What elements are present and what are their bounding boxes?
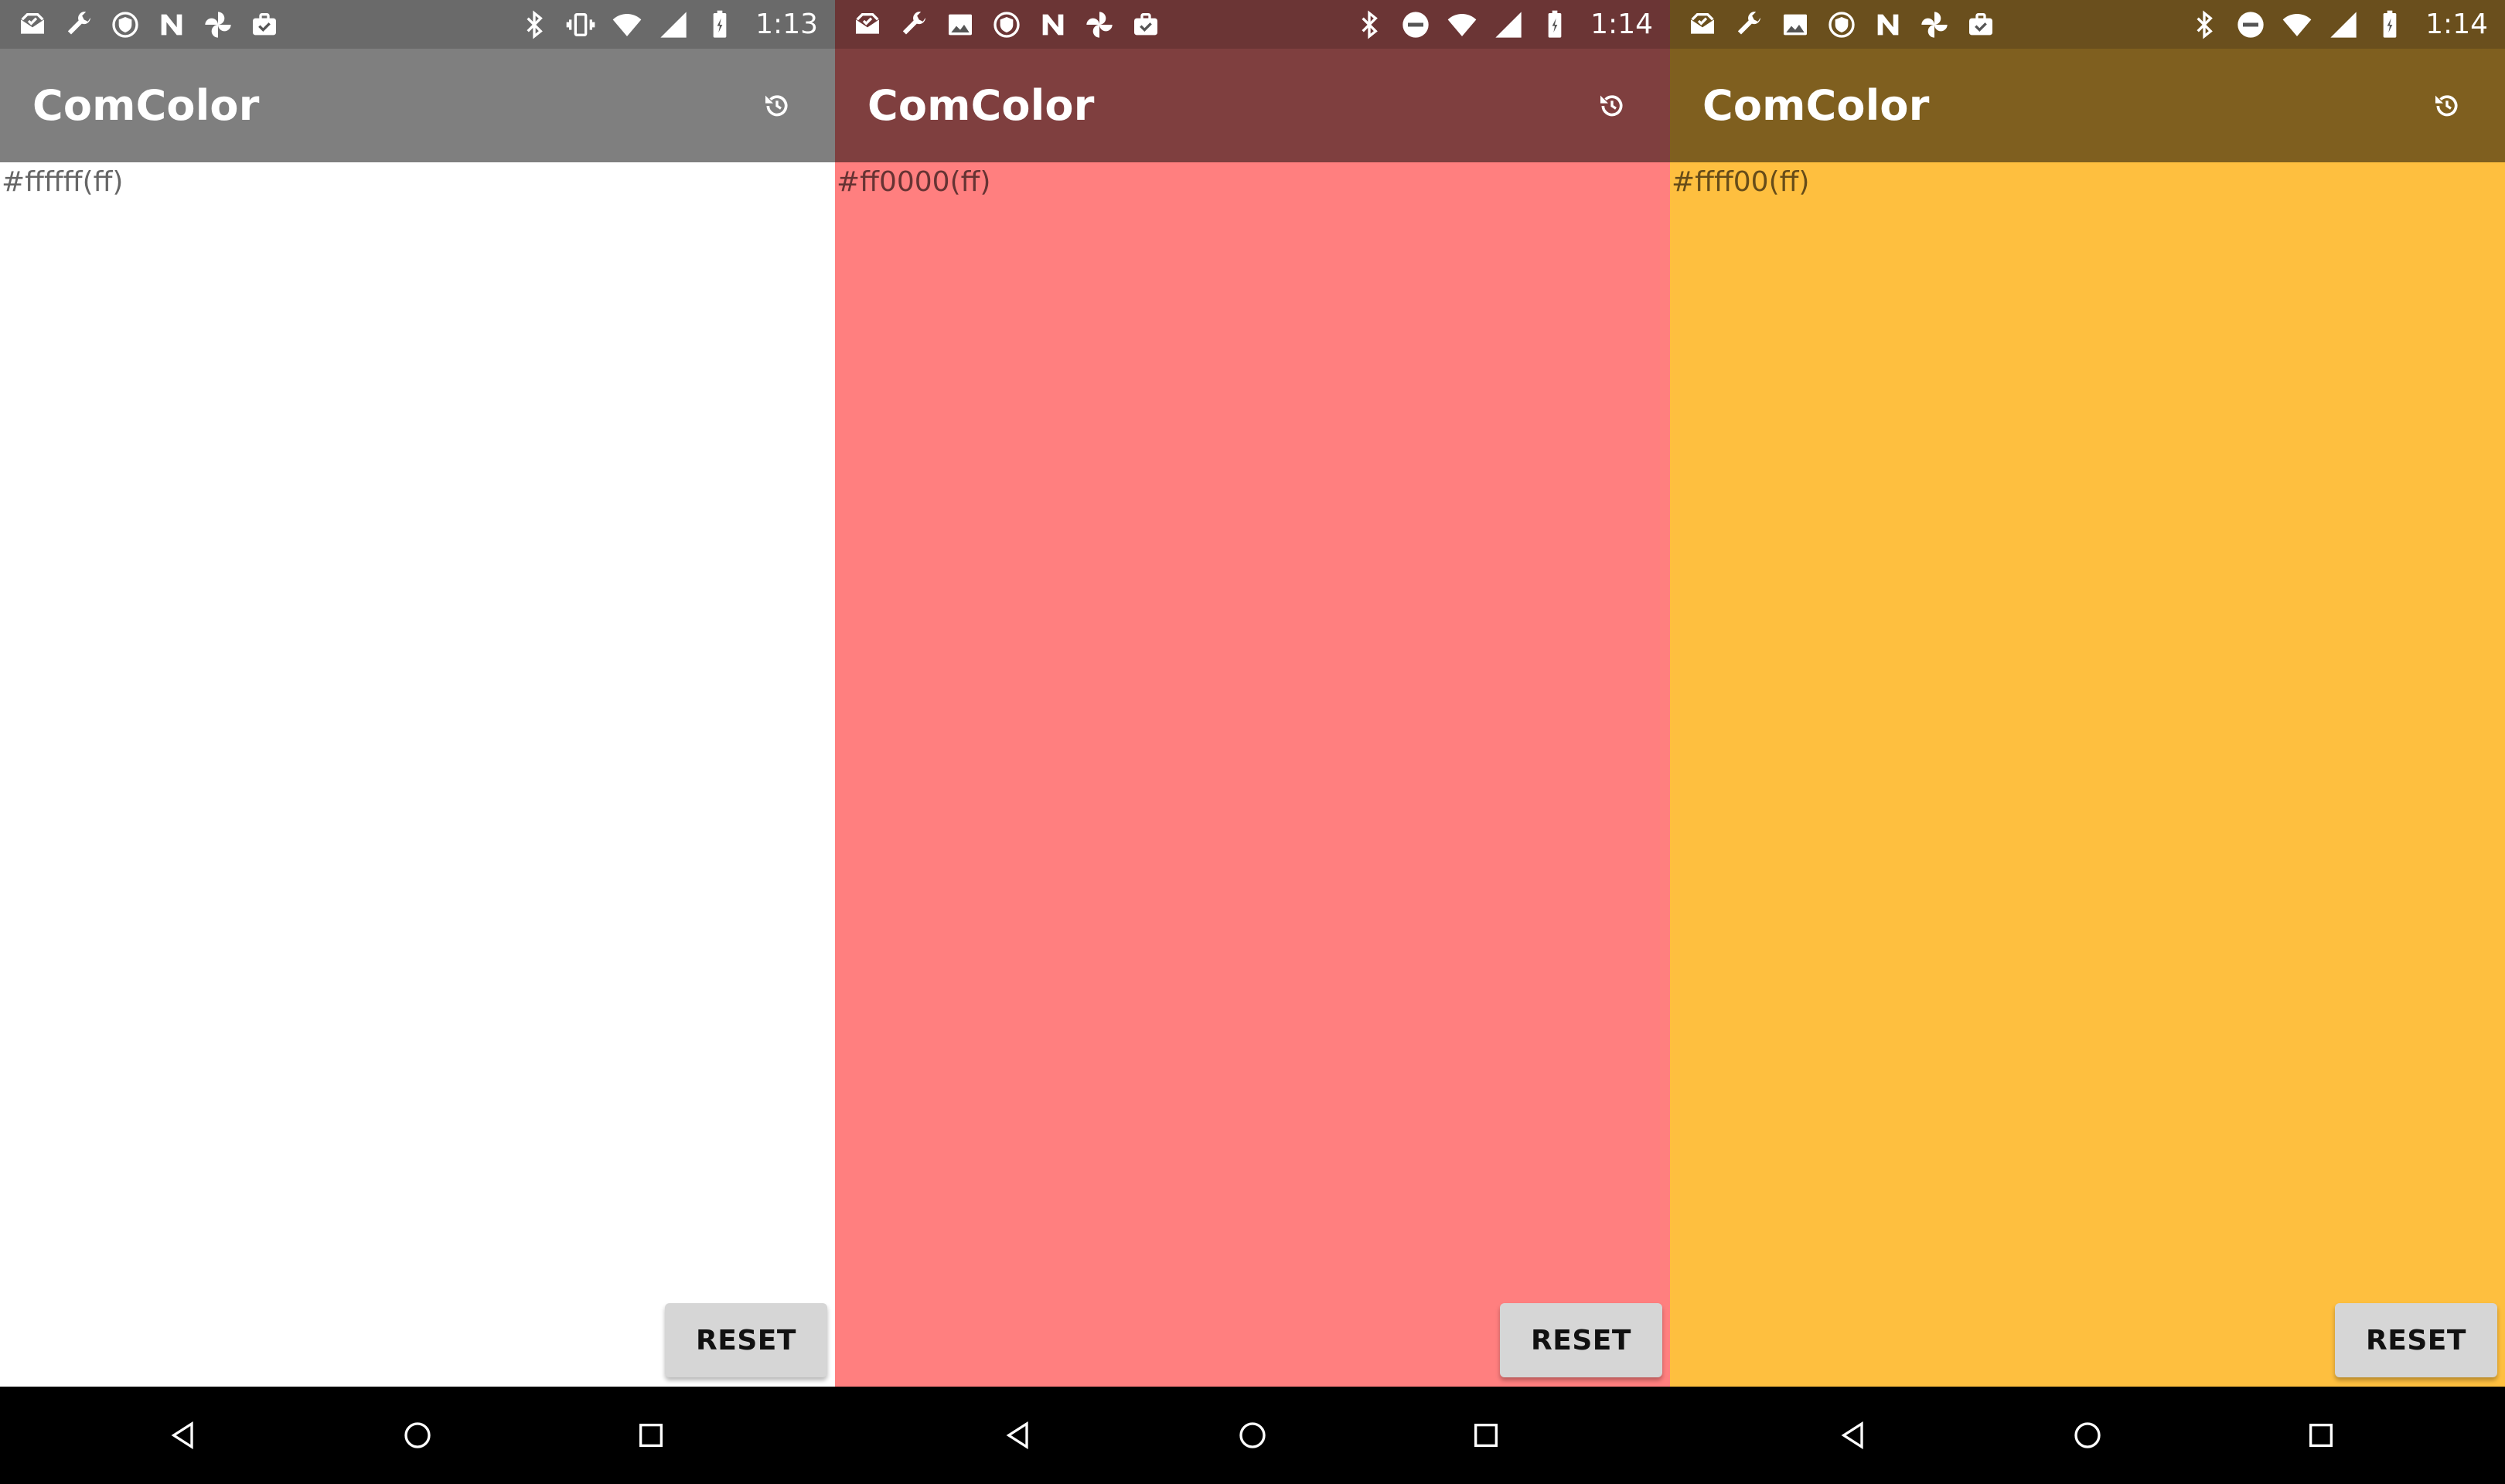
status-clock: 1:13 bbox=[755, 8, 818, 40]
app-bar: ComColor bbox=[835, 49, 1670, 162]
wrench-icon bbox=[1733, 9, 1764, 40]
briefcase-check-icon bbox=[1130, 9, 1161, 40]
pinwheel-icon bbox=[1084, 9, 1115, 40]
battery-icon bbox=[1539, 9, 1570, 40]
history-icon bbox=[2432, 90, 2462, 121]
wrench-icon bbox=[898, 9, 929, 40]
history-button[interactable] bbox=[2422, 80, 2473, 131]
status-clock: 1:14 bbox=[1590, 8, 1653, 40]
history-button[interactable] bbox=[752, 80, 803, 131]
history-icon bbox=[1597, 90, 1627, 121]
color-canvas[interactable]: #ffff00(ff) RESET bbox=[1670, 162, 2505, 1387]
home-button[interactable] bbox=[375, 1393, 460, 1478]
bluetooth-icon bbox=[519, 9, 550, 40]
status-bar: 1:14 bbox=[1670, 0, 2505, 49]
signal-icon bbox=[1493, 9, 1524, 40]
recents-button[interactable] bbox=[1443, 1393, 1529, 1478]
mail-icon bbox=[17, 9, 48, 40]
recents-icon bbox=[636, 1420, 666, 1451]
n-icon bbox=[1038, 9, 1068, 40]
back-icon bbox=[1839, 1420, 1869, 1451]
reset-button[interactable]: RESET bbox=[665, 1303, 827, 1377]
history-button[interactable] bbox=[1586, 80, 1638, 131]
wifi-icon bbox=[612, 9, 642, 40]
home-button[interactable] bbox=[2045, 1393, 2130, 1478]
battery-icon bbox=[2374, 9, 2405, 40]
mail-icon bbox=[852, 9, 883, 40]
recents-icon bbox=[2306, 1420, 2336, 1451]
n-icon bbox=[1873, 9, 1903, 40]
hex-color-label: #ffff00(ff) bbox=[1672, 166, 1810, 198]
shield-icon bbox=[991, 9, 1022, 40]
phone-screen: 1:14 ComColor #ffff00(ff) RESET bbox=[1670, 0, 2505, 1484]
navigation-bar bbox=[835, 1387, 1670, 1484]
back-button[interactable] bbox=[1811, 1393, 1897, 1478]
status-system-icons: 1:14 bbox=[1354, 9, 1653, 40]
app-bar: ComColor bbox=[0, 49, 835, 162]
recents-button[interactable] bbox=[608, 1393, 694, 1478]
phone-screen: 1:14 ComColor #ff0000(ff) RESET bbox=[835, 0, 1670, 1484]
wrench-icon bbox=[63, 9, 94, 40]
hex-color-label: #ffffff(ff) bbox=[2, 166, 124, 198]
home-icon bbox=[2072, 1420, 2103, 1451]
phone-screen: 1:13 ComColor #ffffff(ff) RESET bbox=[0, 0, 835, 1484]
home-button[interactable] bbox=[1210, 1393, 1295, 1478]
n-icon bbox=[156, 9, 187, 40]
back-icon bbox=[169, 1420, 199, 1451]
signal-icon bbox=[2328, 9, 2359, 40]
wifi-icon bbox=[1447, 9, 1477, 40]
briefcase-check-icon bbox=[1965, 9, 1996, 40]
bluetooth-icon bbox=[2189, 9, 2220, 40]
back-button[interactable] bbox=[976, 1393, 1062, 1478]
shield-icon bbox=[110, 9, 141, 40]
status-bar: 1:14 bbox=[835, 0, 1670, 49]
status-bar: 1:13 bbox=[0, 0, 835, 49]
back-icon bbox=[1004, 1420, 1034, 1451]
battery-icon bbox=[704, 9, 735, 40]
pinwheel-icon bbox=[203, 9, 233, 40]
app-bar: ComColor bbox=[1670, 49, 2505, 162]
navigation-bar bbox=[0, 1387, 835, 1484]
image-icon bbox=[1780, 9, 1811, 40]
history-icon bbox=[762, 90, 792, 121]
mail-icon bbox=[1687, 9, 1718, 40]
reset-button[interactable]: RESET bbox=[2335, 1303, 2497, 1377]
signal-icon bbox=[658, 9, 689, 40]
home-icon bbox=[1237, 1420, 1268, 1451]
color-canvas[interactable]: #ff0000(ff) RESET bbox=[835, 162, 1670, 1387]
reset-button[interactable]: RESET bbox=[1500, 1303, 1662, 1377]
status-clock: 1:14 bbox=[2425, 8, 2488, 40]
shield-icon bbox=[1826, 9, 1857, 40]
hex-color-label: #ff0000(ff) bbox=[837, 166, 991, 198]
pinwheel-icon bbox=[1919, 9, 1950, 40]
recents-button[interactable] bbox=[2278, 1393, 2364, 1478]
image-icon bbox=[945, 9, 976, 40]
status-notification-icons bbox=[852, 9, 1161, 40]
wifi-icon bbox=[2282, 9, 2312, 40]
color-canvas[interactable]: #ffffff(ff) RESET bbox=[0, 162, 835, 1387]
navigation-bar bbox=[1670, 1387, 2505, 1484]
vibrate-icon bbox=[565, 9, 596, 40]
dnd-icon bbox=[2235, 9, 2266, 40]
home-icon bbox=[402, 1420, 433, 1451]
app-title: ComColor bbox=[1702, 81, 1930, 130]
status-notification-icons bbox=[1687, 9, 1996, 40]
dnd-icon bbox=[1400, 9, 1431, 40]
bluetooth-icon bbox=[1354, 9, 1385, 40]
briefcase-check-icon bbox=[249, 9, 280, 40]
status-notification-icons bbox=[17, 9, 280, 40]
status-system-icons: 1:14 bbox=[2189, 9, 2488, 40]
status-system-icons: 1:13 bbox=[519, 9, 818, 40]
screenshot-collage: 1:13 ComColor #ffffff(ff) RESET 1:14 Com… bbox=[0, 0, 2505, 1484]
app-title: ComColor bbox=[32, 81, 260, 130]
back-button[interactable] bbox=[141, 1393, 227, 1478]
app-title: ComColor bbox=[867, 81, 1095, 130]
recents-icon bbox=[1471, 1420, 1501, 1451]
